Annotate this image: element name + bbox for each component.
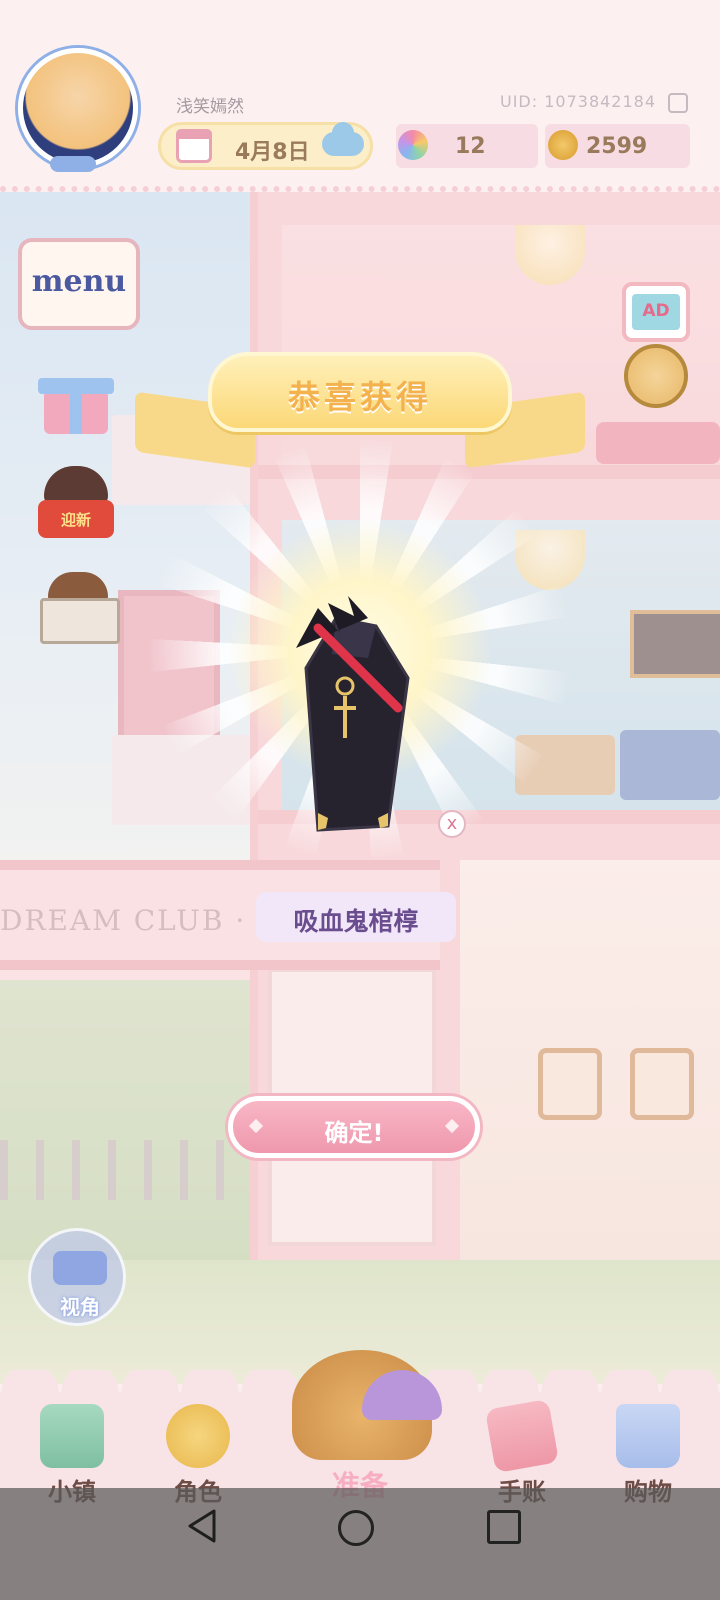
- uid-text: UID: 1073842184: [500, 92, 657, 111]
- vampire-coffin-icon: [296, 596, 410, 832]
- ad-tv-icon: AD: [632, 294, 680, 330]
- view-angle-button[interactable]: 视角: [28, 1228, 126, 1326]
- congrats-banner: 恭喜获得: [208, 352, 512, 432]
- avatar: [18, 48, 138, 168]
- ad-label: AD: [642, 301, 670, 321]
- recent-apps-icon[interactable]: [487, 1510, 521, 1544]
- cloud-icon: [322, 122, 364, 156]
- reward-item-name: 吸血鬼棺椁: [256, 892, 456, 942]
- ad-button[interactable]: AD: [622, 282, 690, 342]
- newyear-label: 迎新: [60, 511, 91, 529]
- newspaper-icon: [40, 598, 120, 644]
- back-icon[interactable]: [186, 1508, 218, 1544]
- video-camera-icon: [53, 1251, 107, 1285]
- username: 浅笑嫣然: [176, 97, 244, 117]
- confirm-label: 确定!: [324, 1119, 384, 1147]
- menu-label: menu: [31, 264, 127, 299]
- map-icon: [40, 1404, 104, 1468]
- detective-hat-icon: [48, 572, 108, 600]
- avatar-button[interactable]: [10, 38, 140, 178]
- nav-prepare[interactable]: 准备: [262, 1340, 458, 1512]
- coin-icon: [548, 130, 578, 160]
- newyear-sign: 迎新: [38, 500, 114, 538]
- event-portrait-button[interactable]: [624, 344, 688, 408]
- reward-item-label: 吸血鬼棺椁: [293, 907, 419, 936]
- journal-icon: [484, 1398, 560, 1474]
- avatar-bow: [50, 156, 96, 172]
- menu-button[interactable]: menu: [18, 238, 140, 330]
- coin-count: 2599: [586, 134, 648, 159]
- shopping-bag-icon: [616, 1404, 680, 1468]
- gift-button[interactable]: [38, 370, 114, 436]
- confirm-button[interactable]: 确定!: [228, 1096, 480, 1158]
- gem-icon: [398, 130, 428, 160]
- newyear-event-button[interactable]: 迎新: [38, 466, 118, 540]
- copy-icon[interactable]: [668, 93, 688, 113]
- congrats-text: 恭喜获得: [287, 378, 432, 416]
- newspaper-button[interactable]: [40, 572, 120, 646]
- date-text: 4月8日: [235, 140, 310, 165]
- calendar-icon: [176, 129, 212, 163]
- gift-ribbon: [70, 378, 82, 434]
- gem-count: 12: [455, 134, 486, 159]
- close-icon[interactable]: x: [438, 810, 466, 838]
- character-icon: [166, 1404, 230, 1468]
- home-icon[interactable]: [338, 1510, 374, 1546]
- view-angle-label: 视角: [60, 1295, 100, 1319]
